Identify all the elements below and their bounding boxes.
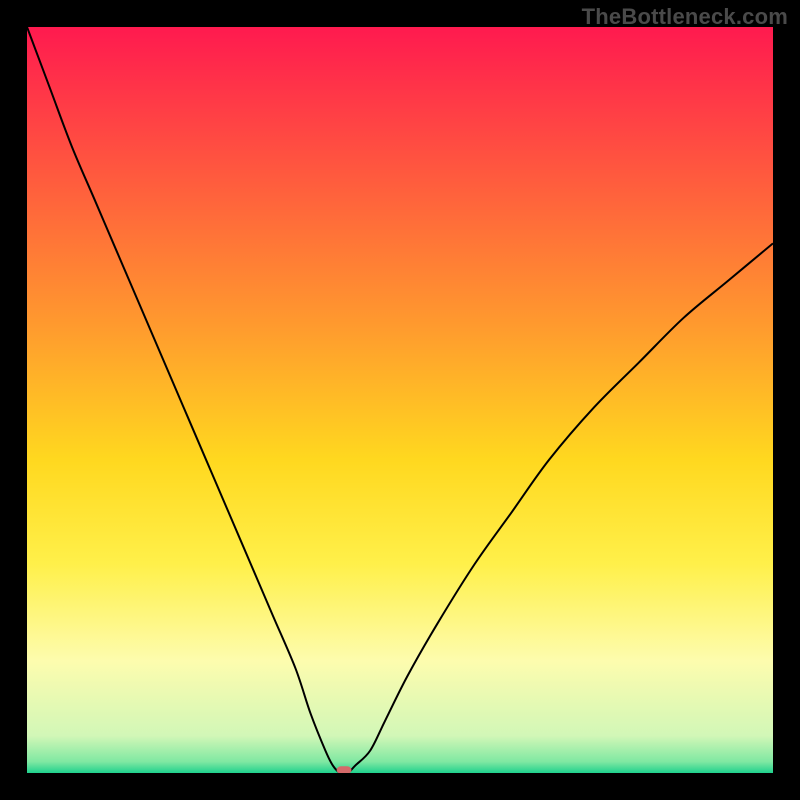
chart-svg	[27, 27, 773, 773]
bottleneck-marker	[337, 766, 352, 773]
watermark-text: TheBottleneck.com	[582, 4, 788, 30]
chart-plot-area	[27, 27, 773, 773]
chart-frame: TheBottleneck.com	[0, 0, 800, 800]
chart-background	[27, 27, 773, 773]
